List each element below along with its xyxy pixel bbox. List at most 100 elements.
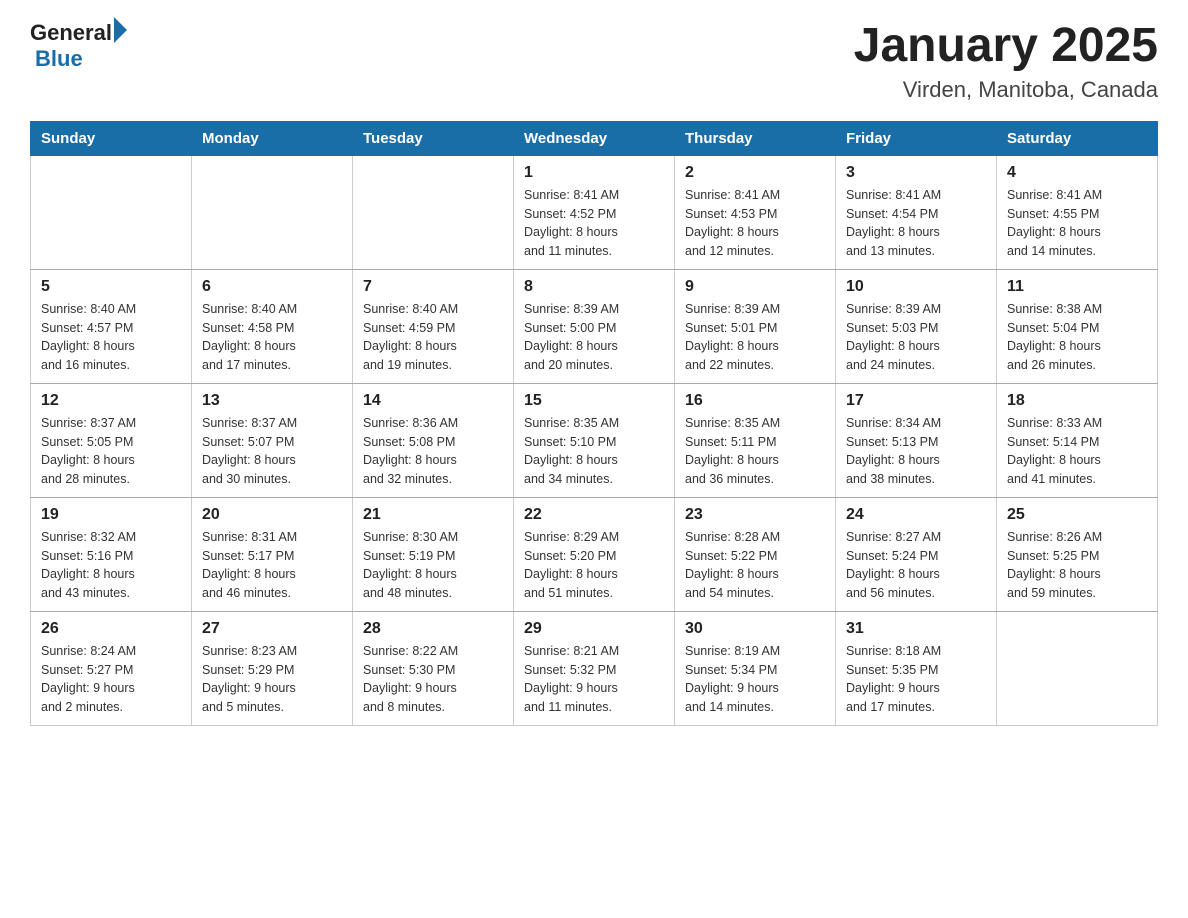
header-row: SundayMondayTuesdayWednesdayThursdayFrid… <box>31 121 1158 155</box>
calendar-cell <box>192 155 353 269</box>
day-info: Sunrise: 8:40 AM Sunset: 4:57 PM Dayligh… <box>41 300 181 375</box>
logo-triangle-icon <box>114 17 127 43</box>
day-info: Sunrise: 8:19 AM Sunset: 5:34 PM Dayligh… <box>685 642 825 717</box>
calendar-cell: 30 Sunrise: 8:19 AM Sunset: 5:34 PM Dayli… <box>675 611 836 725</box>
week-row-2: 5 Sunrise: 8:40 AM Sunset: 4:57 PM Daylig… <box>31 269 1158 383</box>
day-number: 21 <box>363 506 503 524</box>
day-info: Sunrise: 8:41 AM Sunset: 4:54 PM Dayligh… <box>846 186 986 261</box>
calendar-cell: 1 Sunrise: 8:41 AM Sunset: 4:52 PM Daylig… <box>514 155 675 269</box>
calendar-cell: 27Sunrise: 8:23 AM Sunset: 5:29 PM Dayli… <box>192 611 353 725</box>
day-info: Sunrise: 8:40 AM Sunset: 4:59 PM Dayligh… <box>363 300 503 375</box>
day-number: 19 <box>41 506 181 524</box>
logo-text-blue: Blue <box>35 46 83 72</box>
calendar-cell: 16Sunrise: 8:35 AM Sunset: 5:11 PM Dayli… <box>675 383 836 497</box>
day-number: 27 <box>202 620 342 638</box>
calendar-cell: 8 Sunrise: 8:39 AM Sunset: 5:00 PM Daylig… <box>514 269 675 383</box>
header-cell-wednesday: Wednesday <box>514 121 675 155</box>
week-row-3: 12 Sunrise: 8:37 AM Sunset: 5:05 PM Dayli… <box>31 383 1158 497</box>
calendar-cell <box>353 155 514 269</box>
day-info: Sunrise: 8:38 AM Sunset: 5:04 PM Dayligh… <box>1007 300 1147 375</box>
header-cell-friday: Friday <box>836 121 997 155</box>
calendar-subtitle: Virden, Manitoba, Canada <box>854 77 1158 103</box>
day-number: 15 <box>524 392 664 410</box>
calendar-cell: 25 Sunrise: 8:26 AM Sunset: 5:25 PM Dayli… <box>997 497 1158 611</box>
calendar-cell: 12 Sunrise: 8:37 AM Sunset: 5:05 PM Dayli… <box>31 383 192 497</box>
day-number: 22 <box>524 506 664 524</box>
calendar-cell: 14 Sunrise: 8:36 AM Sunset: 5:08 PM Dayli… <box>353 383 514 497</box>
calendar-cell: 3 Sunrise: 8:41 AM Sunset: 4:54 PM Daylig… <box>836 155 997 269</box>
page-header: General Blue January 2025 Virden, Manito… <box>30 20 1158 103</box>
day-info: Sunrise: 8:32 AM Sunset: 5:16 PM Dayligh… <box>41 528 181 603</box>
day-number: 14 <box>363 392 503 410</box>
day-number: 30 <box>685 620 825 638</box>
week-row-1: 1 Sunrise: 8:41 AM Sunset: 4:52 PM Daylig… <box>31 155 1158 269</box>
header-cell-thursday: Thursday <box>675 121 836 155</box>
header-cell-monday: Monday <box>192 121 353 155</box>
calendar-cell: 9 Sunrise: 8:39 AM Sunset: 5:01 PM Daylig… <box>675 269 836 383</box>
header-cell-tuesday: Tuesday <box>353 121 514 155</box>
day-number: 6 <box>202 278 342 296</box>
day-info: Sunrise: 8:39 AM Sunset: 5:01 PM Dayligh… <box>685 300 825 375</box>
day-number: 10 <box>846 278 986 296</box>
day-number: 8 <box>524 278 664 296</box>
calendar-cell: 28 Sunrise: 8:22 AM Sunset: 5:30 PM Dayli… <box>353 611 514 725</box>
day-info: Sunrise: 8:18 AM Sunset: 5:35 PM Dayligh… <box>846 642 986 717</box>
day-info: Sunrise: 8:36 AM Sunset: 5:08 PM Dayligh… <box>363 414 503 489</box>
calendar-table: SundayMondayTuesdayWednesdayThursdayFrid… <box>30 121 1158 726</box>
day-number: 24 <box>846 506 986 524</box>
day-info: Sunrise: 8:39 AM Sunset: 5:03 PM Dayligh… <box>846 300 986 375</box>
calendar-cell: 31 Sunrise: 8:18 AM Sunset: 5:35 PM Dayli… <box>836 611 997 725</box>
day-number: 7 <box>363 278 503 296</box>
day-info: Sunrise: 8:26 AM Sunset: 5:25 PM Dayligh… <box>1007 528 1147 603</box>
day-info: Sunrise: 8:37 AM Sunset: 5:07 PM Dayligh… <box>202 414 342 489</box>
day-info: Sunrise: 8:39 AM Sunset: 5:00 PM Dayligh… <box>524 300 664 375</box>
day-info: Sunrise: 8:34 AM Sunset: 5:13 PM Dayligh… <box>846 414 986 489</box>
day-info: Sunrise: 8:41 AM Sunset: 4:53 PM Dayligh… <box>685 186 825 261</box>
calendar-cell: 10 Sunrise: 8:39 AM Sunset: 5:03 PM Dayli… <box>836 269 997 383</box>
calendar-cell: 15Sunrise: 8:35 AM Sunset: 5:10 PM Dayli… <box>514 383 675 497</box>
day-number: 5 <box>41 278 181 296</box>
calendar-cell: 29 Sunrise: 8:21 AM Sunset: 5:32 PM Dayli… <box>514 611 675 725</box>
week-row-4: 19 Sunrise: 8:32 AM Sunset: 5:16 PM Dayli… <box>31 497 1158 611</box>
day-info: Sunrise: 8:41 AM Sunset: 4:52 PM Dayligh… <box>524 186 664 261</box>
calendar-cell: 24 Sunrise: 8:27 AM Sunset: 5:24 PM Dayli… <box>836 497 997 611</box>
calendar-cell: 21Sunrise: 8:30 AM Sunset: 5:19 PM Dayli… <box>353 497 514 611</box>
day-info: Sunrise: 8:22 AM Sunset: 5:30 PM Dayligh… <box>363 642 503 717</box>
day-number: 12 <box>41 392 181 410</box>
calendar-cell: 2Sunrise: 8:41 AM Sunset: 4:53 PM Daylig… <box>675 155 836 269</box>
day-info: Sunrise: 8:35 AM Sunset: 5:11 PM Dayligh… <box>685 414 825 489</box>
logo: General Blue <box>30 20 127 72</box>
calendar-cell: 18Sunrise: 8:33 AM Sunset: 5:14 PM Dayli… <box>997 383 1158 497</box>
day-number: 31 <box>846 620 986 638</box>
day-number: 28 <box>363 620 503 638</box>
calendar-cell: 11 Sunrise: 8:38 AM Sunset: 5:04 PM Dayli… <box>997 269 1158 383</box>
day-number: 26 <box>41 620 181 638</box>
day-info: Sunrise: 8:37 AM Sunset: 5:05 PM Dayligh… <box>41 414 181 489</box>
calendar-cell: 5 Sunrise: 8:40 AM Sunset: 4:57 PM Daylig… <box>31 269 192 383</box>
day-number: 13 <box>202 392 342 410</box>
calendar-cell: 19 Sunrise: 8:32 AM Sunset: 5:16 PM Dayli… <box>31 497 192 611</box>
day-number: 20 <box>202 506 342 524</box>
day-number: 1 <box>524 164 664 182</box>
calendar-cell: 7 Sunrise: 8:40 AM Sunset: 4:59 PM Daylig… <box>353 269 514 383</box>
calendar-header: SundayMondayTuesdayWednesdayThursdayFrid… <box>31 121 1158 155</box>
header-cell-sunday: Sunday <box>31 121 192 155</box>
day-number: 23 <box>685 506 825 524</box>
day-number: 11 <box>1007 278 1147 296</box>
day-info: Sunrise: 8:27 AM Sunset: 5:24 PM Dayligh… <box>846 528 986 603</box>
day-number: 29 <box>524 620 664 638</box>
calendar-cell: 23Sunrise: 8:28 AM Sunset: 5:22 PM Dayli… <box>675 497 836 611</box>
calendar-cell <box>31 155 192 269</box>
week-row-5: 26 Sunrise: 8:24 AM Sunset: 5:27 PM Dayli… <box>31 611 1158 725</box>
day-number: 4 <box>1007 164 1147 182</box>
title-block: January 2025 Virden, Manitoba, Canada <box>854 20 1158 103</box>
day-number: 3 <box>846 164 986 182</box>
day-info: Sunrise: 8:24 AM Sunset: 5:27 PM Dayligh… <box>41 642 181 717</box>
logo-text-general: General <box>30 20 112 46</box>
day-number: 25 <box>1007 506 1147 524</box>
day-info: Sunrise: 8:33 AM Sunset: 5:14 PM Dayligh… <box>1007 414 1147 489</box>
day-number: 9 <box>685 278 825 296</box>
calendar-cell: 26 Sunrise: 8:24 AM Sunset: 5:27 PM Dayli… <box>31 611 192 725</box>
day-info: Sunrise: 8:21 AM Sunset: 5:32 PM Dayligh… <box>524 642 664 717</box>
day-info: Sunrise: 8:31 AM Sunset: 5:17 PM Dayligh… <box>202 528 342 603</box>
